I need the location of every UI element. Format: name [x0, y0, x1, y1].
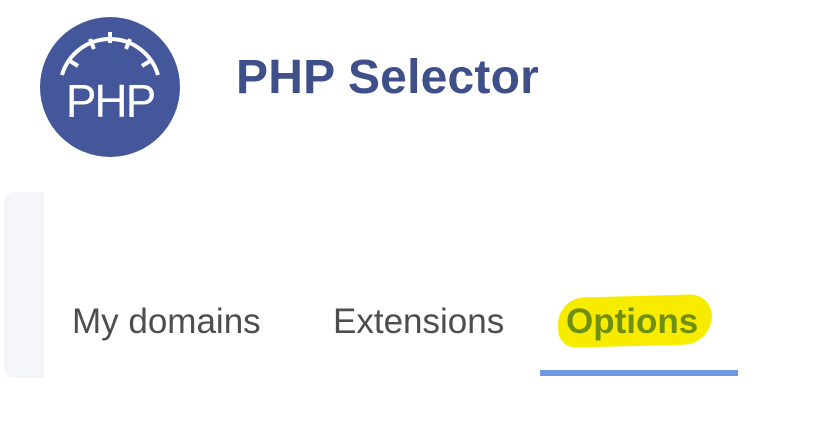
tab-bar: My domains Extensions Options	[0, 290, 822, 380]
tab-options[interactable]: Options	[557, 290, 713, 354]
tab-label: Options	[566, 302, 699, 341]
tab-label: Extensions	[333, 302, 505, 341]
tab-label: My domains	[72, 302, 261, 341]
tab-extensions[interactable]: Extensions	[333, 290, 504, 354]
page-title: PHP Selector	[236, 51, 539, 104]
active-tab-indicator	[540, 370, 738, 376]
php-selector-page: PHP PHP Selector My domains Extensions O…	[0, 0, 822, 436]
php-speedometer-icon: PHP	[40, 17, 180, 157]
php-logo: PHP	[40, 17, 180, 157]
tab-my-domains[interactable]: My domains	[72, 290, 261, 354]
logo-text: PHP	[66, 75, 155, 127]
